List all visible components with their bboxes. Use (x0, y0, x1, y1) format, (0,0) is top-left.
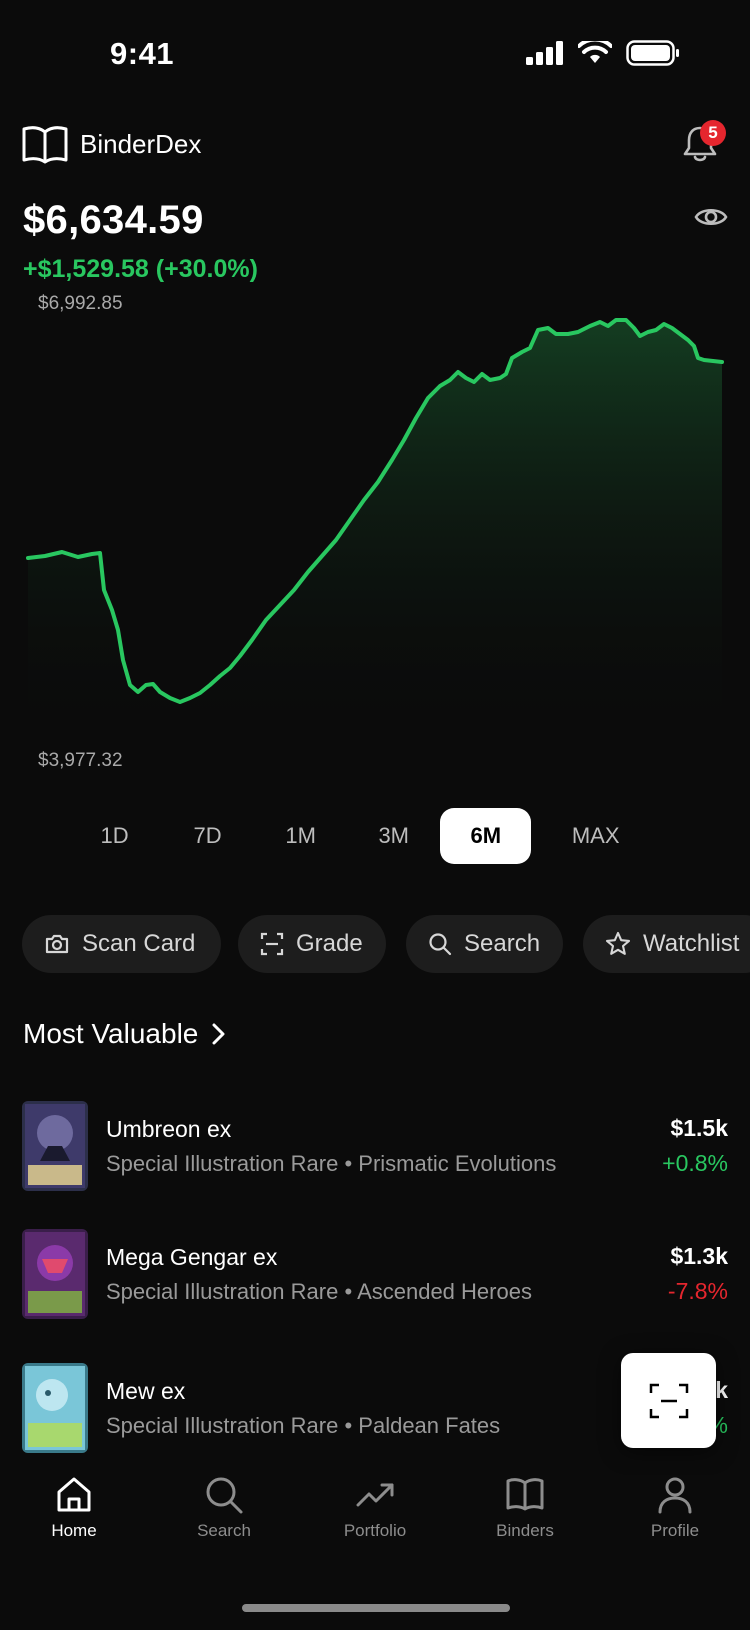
range-3m[interactable]: 3M (347, 808, 440, 864)
status-time: 9:41 (110, 36, 175, 71)
tab-search-label: Search (197, 1521, 251, 1540)
scan-card-label: Scan Card (82, 930, 196, 957)
star-icon (605, 931, 631, 955)
grade-label: Grade (296, 930, 363, 957)
card-price: $1.5k (670, 1115, 728, 1141)
portfolio-value: $6,634.59 (23, 198, 204, 242)
grade-button[interactable]: Grade (238, 915, 386, 973)
scan-frame-icon (649, 1383, 688, 1418)
card-thumbnail-umbreon (22, 1101, 88, 1191)
scan-frame-icon (260, 932, 284, 956)
status-icons (526, 40, 680, 66)
tab-portfolio-label: Portfolio (343, 1521, 407, 1540)
list-item[interactable]: Mega Gengar ex Special Illustration Rare… (22, 1228, 728, 1320)
card-name: Mew ex (106, 1377, 186, 1404)
cellular-signal-icon (526, 41, 563, 65)
card-name: Mega Gengar ex (106, 1243, 278, 1270)
toggle-visibility-button[interactable] (694, 205, 728, 234)
tab-home-label: Home (51, 1521, 97, 1540)
battery-icon (626, 40, 679, 66)
chevron-right-icon (212, 1023, 225, 1045)
trending-up-icon (356, 1483, 394, 1507)
person-icon (658, 1477, 692, 1514)
status-bar: 9:41 (0, 0, 750, 110)
search-icon (429, 933, 452, 956)
tab-binders[interactable]: Binders (470, 1475, 580, 1541)
app-header: BinderDex 5 (22, 118, 728, 170)
floating-scan-button[interactable] (621, 1353, 716, 1448)
most-valuable-header[interactable]: Most Valuable (23, 1018, 226, 1050)
watchlist-label: Watchlist (643, 930, 740, 957)
open-book-icon (22, 126, 68, 164)
range-7d[interactable]: 7D (161, 808, 254, 864)
card-change: -7.8% (667, 1278, 728, 1304)
home-indicator (242, 1604, 510, 1612)
card-thumbnail-mew (22, 1363, 88, 1453)
search-chip-label: Search (464, 930, 541, 957)
notifications-button[interactable]: 5 (676, 120, 726, 168)
search-icon (206, 1477, 243, 1514)
tab-portfolio[interactable]: Portfolio (320, 1475, 430, 1541)
range-6m[interactable]: 6M (440, 808, 532, 864)
tab-home[interactable]: Home (19, 1475, 129, 1541)
card-name: Umbreon ex (106, 1115, 232, 1142)
tab-profile-label: Profile (650, 1521, 700, 1540)
range-max[interactable]: MAX (531, 808, 660, 864)
card-subtitle: Special Illustration Rare • Paldean Fate… (106, 1412, 501, 1438)
camera-icon (45, 934, 69, 954)
wifi-icon (578, 41, 612, 63)
scan-card-button[interactable]: Scan Card (22, 915, 221, 973)
tab-search[interactable]: Search (169, 1475, 279, 1541)
time-range-selector: 1D 7D 1M 3M 6M MAX (68, 808, 660, 864)
chart-min-label: $3,977.32 (38, 750, 123, 771)
portfolio-change: +$1,529.58 (+30.0%) (23, 255, 258, 283)
chart-max-label: $6,992.85 (38, 293, 123, 314)
section-title: Most Valuable (23, 1018, 199, 1049)
card-thumbnail-mega-gengar (22, 1229, 88, 1319)
watchlist-button[interactable]: Watchlist (583, 915, 750, 973)
notification-badge: 5 (700, 120, 726, 146)
card-change: +0.8% (662, 1150, 728, 1176)
card-subtitle: Special Illustration Rare • Prismatic Ev… (106, 1150, 557, 1176)
range-1m[interactable]: 1M (254, 808, 347, 864)
quick-actions: Scan Card Grade Search Watchlist (22, 915, 750, 973)
search-chip-button[interactable]: Search (406, 915, 563, 973)
eye-icon (694, 208, 728, 226)
portfolio-chart[interactable] (0, 300, 750, 740)
card-subtitle: Special Illustration Rare • Ascended Her… (106, 1278, 532, 1304)
tab-binders-label: Binders (496, 1521, 554, 1540)
list-item[interactable]: Umbreon ex Special Illustration Rare • P… (22, 1100, 728, 1192)
range-1d[interactable]: 1D (68, 808, 161, 864)
chart-area (28, 320, 722, 740)
app-name: BinderDex (80, 128, 202, 159)
open-book-icon (506, 1478, 544, 1511)
card-price: $1.3k (670, 1243, 728, 1269)
brand: BinderDex (22, 124, 201, 164)
tab-bar: Home Search Portfolio Binders Profile (0, 1475, 750, 1630)
tab-profile[interactable]: Profile (620, 1475, 730, 1541)
home-icon (57, 1477, 91, 1512)
